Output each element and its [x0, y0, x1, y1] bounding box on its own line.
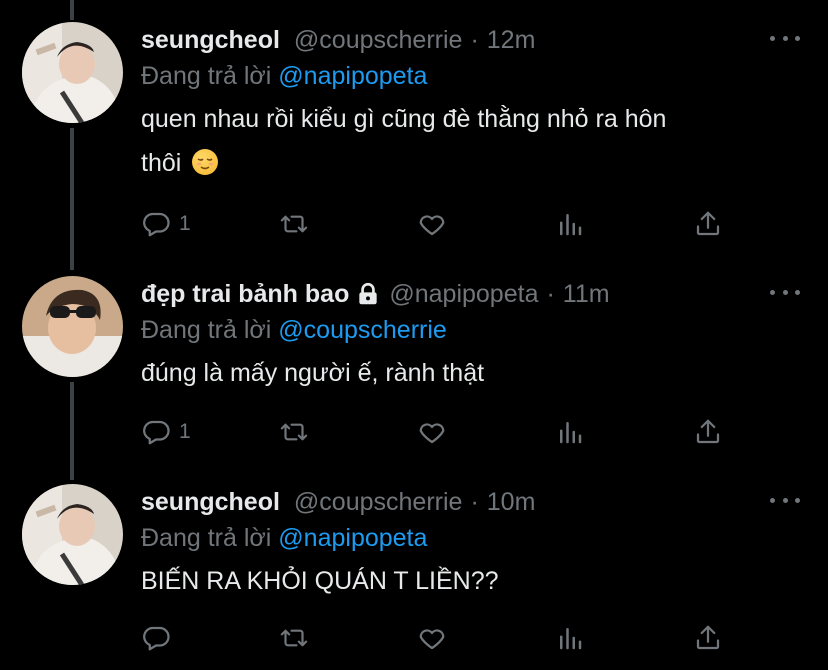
replying-to-label: Đang trả lời [141, 316, 272, 344]
separator-dot: · [470, 25, 479, 54]
like-button[interactable] [416, 204, 448, 244]
replying-to: Đang trả lời @napipopeta [141, 524, 427, 553]
tweet-text: quen nhau rồi kiểu gì cũng đè thằng nhỏ … [141, 97, 801, 185]
tweet-text-line: BIẾN RA KHỎI QUÁN T LIỀN?? [141, 567, 499, 595]
replying-to: Đang trả lời @coupscherrie [141, 316, 447, 345]
reply-icon [143, 626, 170, 651]
tweet[interactable]: đẹp trai bảnh bao @napipopeta · 11m Đang… [0, 276, 828, 476]
reply-count: 1 [179, 420, 191, 443]
avatar[interactable] [22, 276, 123, 377]
share-button[interactable] [693, 204, 723, 244]
separator-dot: · [470, 487, 479, 516]
like-button[interactable] [416, 412, 448, 452]
retweet-icon [280, 629, 308, 647]
tweet-actions: 1 [141, 204, 741, 244]
reply-button[interactable]: 1 [141, 412, 191, 452]
timestamp[interactable]: 11m [563, 280, 610, 309]
separator-dot: · [546, 279, 555, 308]
more-options-icon[interactable] [770, 490, 800, 510]
author-name[interactable]: đẹp trai bảnh bao [141, 280, 349, 309]
avatar[interactable] [22, 22, 123, 123]
tweet-text-line: đúng là mấy người ế, rành thật [141, 359, 485, 387]
thread-connector [70, 0, 74, 20]
analytics-button[interactable] [555, 618, 585, 658]
heart-icon [419, 215, 445, 236]
replying-to-handle[interactable]: @napipopeta [278, 62, 427, 90]
more-options-icon[interactable] [770, 282, 800, 302]
reply-button[interactable] [141, 618, 179, 658]
tweet[interactable]: seungcheol @coupscherrie · 12m Đang trả … [0, 22, 828, 252]
tweet-text-line: quen nhau rồi kiểu gì cũng đè thằng nhỏ … [141, 105, 667, 133]
author-name[interactable]: seungcheol [141, 26, 280, 55]
analytics-icon [560, 422, 582, 444]
replying-to-label: Đang trả lời [141, 524, 272, 552]
retweet-button[interactable] [277, 618, 311, 658]
replying-to: Đang trả lời @napipopeta [141, 62, 427, 91]
author-name[interactable]: seungcheol [141, 488, 280, 517]
retweet-button[interactable] [277, 204, 311, 244]
timestamp[interactable]: 10m [487, 488, 536, 517]
share-button[interactable] [693, 412, 723, 452]
relieved-face-emoji [192, 149, 219, 175]
reply-button[interactable]: 1 [141, 204, 191, 244]
retweet-icon [280, 215, 308, 233]
author-handle[interactable]: @napipopeta [389, 280, 538, 309]
avatar[interactable] [22, 484, 123, 585]
heart-icon [419, 629, 445, 650]
lock-icon [359, 282, 378, 305]
share-button[interactable] [693, 618, 723, 658]
replying-to-label: Đang trả lời [141, 62, 272, 90]
reply-count: 1 [179, 212, 191, 235]
tweet-actions [141, 618, 741, 658]
replying-to-handle[interactable]: @napipopeta [278, 524, 427, 552]
like-button[interactable] [416, 618, 448, 658]
author-handle[interactable]: @coupscherrie [294, 488, 463, 517]
analytics-button[interactable] [555, 412, 585, 452]
tweet[interactable]: seungcheol @coupscherrie · 10m Đang trả … [0, 484, 828, 670]
tweet-text: BIẾN RA KHỎI QUÁN T LIỀN?? [141, 559, 801, 603]
replying-to-handle[interactable]: @coupscherrie [278, 316, 447, 344]
share-icon [696, 625, 720, 650]
analytics-icon [560, 214, 582, 236]
share-icon [696, 419, 720, 444]
timestamp[interactable]: 12m [487, 26, 536, 55]
tweet-text: đúng là mấy người ế, rành thật [141, 351, 801, 395]
reply-icon [143, 212, 170, 237]
author-handle[interactable]: @coupscherrie [294, 26, 463, 55]
tweet-actions: 1 [141, 412, 741, 452]
heart-icon [419, 423, 445, 444]
analytics-button[interactable] [555, 204, 585, 244]
analytics-icon [560, 628, 582, 650]
retweet-button[interactable] [277, 412, 311, 452]
retweet-icon [280, 423, 308, 441]
share-icon [696, 211, 720, 236]
reply-icon [143, 420, 170, 445]
more-options-icon[interactable] [770, 28, 800, 48]
tweet-text-line: thôi [141, 149, 182, 177]
